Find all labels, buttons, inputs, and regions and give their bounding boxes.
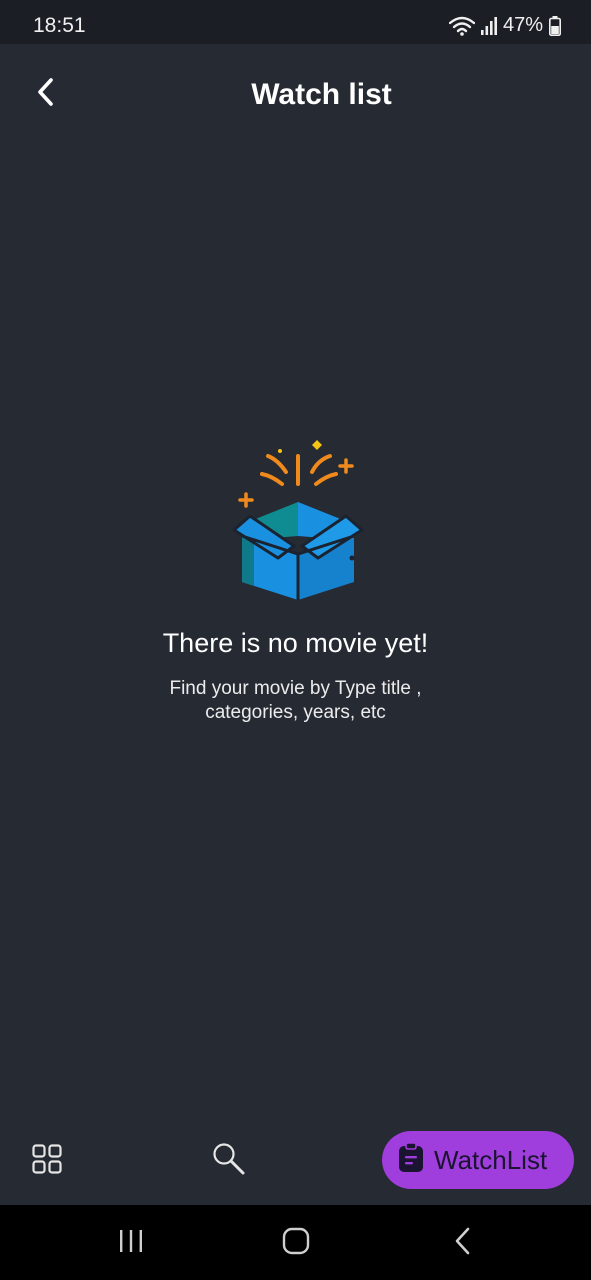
nav-categories-button[interactable]: [26, 1140, 68, 1182]
wifi-icon: [448, 16, 475, 36]
bottom-nav: WatchList: [0, 1116, 591, 1204]
back-arrow-icon: [453, 1227, 473, 1260]
recents-icon: [118, 1229, 144, 1258]
grid-icon: [32, 1143, 62, 1179]
empty-state-title: There is no movie yet!: [162, 628, 429, 658]
battery-percent: 47%: [502, 14, 543, 36]
empty-state-subtitle: Find your movie by Type title , categori…: [169, 678, 422, 723]
search-icon: [212, 1142, 246, 1181]
clipboard-icon: [398, 1141, 424, 1178]
open-box-illustration: [228, 436, 368, 606]
battery-icon: [549, 15, 561, 36]
status-icons: 47%: [448, 14, 561, 37]
status-bar: 18:51 47%: [0, 0, 591, 44]
page-title: Watch list: [251, 78, 392, 111]
system-nav-bar: [0, 1205, 591, 1280]
recent-apps-button[interactable]: [111, 1227, 151, 1259]
nav-search-button[interactable]: [208, 1140, 250, 1182]
app-header: Watch list: [0, 44, 591, 148]
nav-watchlist-button[interactable]: WatchList: [382, 1131, 574, 1189]
home-button[interactable]: [276, 1227, 316, 1259]
status-time: 18:51: [33, 14, 86, 37]
home-icon: [282, 1227, 310, 1260]
system-back-button[interactable]: [443, 1227, 483, 1259]
nav-watchlist-label: WatchList: [434, 1144, 548, 1175]
signal-icon: [480, 16, 497, 36]
